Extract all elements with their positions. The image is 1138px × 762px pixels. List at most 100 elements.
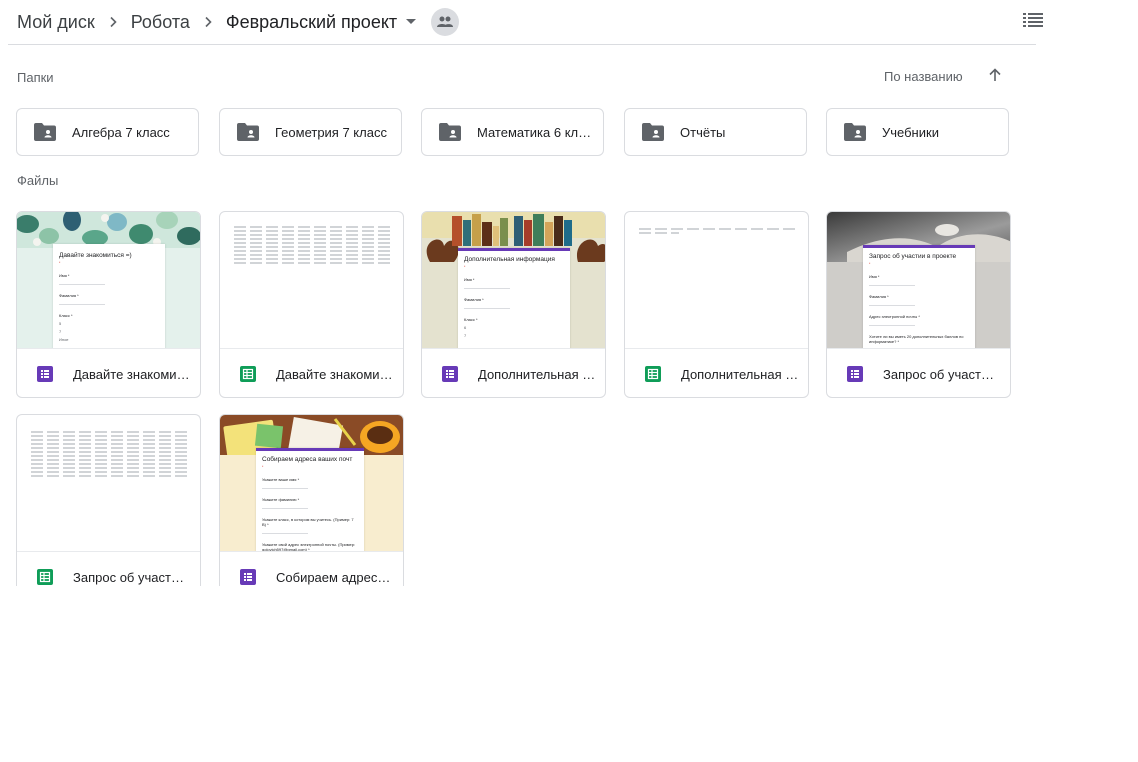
file-card[interactable]: Дополнительная информация * Имя * Фамили… <box>421 211 606 398</box>
file-footer: Давайте знакомиться <box>220 349 403 397</box>
form-preview-card: Собираем адреса ваших почт * Укажите ваш… <box>256 448 364 552</box>
file-footer: Дополнительная информация <box>422 349 605 397</box>
chevron-right-icon <box>195 9 221 35</box>
file-name: Дополнительная информация <box>478 366 596 382</box>
folder-name: Учебники <box>882 124 939 140</box>
form-preview-line <box>464 308 510 309</box>
form-preview-question: Укажите класс, в котором вы учитесь. (Пр… <box>262 517 354 527</box>
form-preview-card: Дополнительная информация * Имя * Фамили… <box>458 248 570 348</box>
folder-shared-icon <box>642 123 664 141</box>
folder-card[interactable]: Учебники <box>826 108 1009 156</box>
google-sheets-icon <box>645 366 661 382</box>
file-name: Запрос об участии в проекте <box>73 569 191 585</box>
breadcrumb-robota[interactable]: Робота <box>131 12 190 33</box>
form-preview-question: Имя * <box>59 273 70 278</box>
form-preview-option: 6 <box>464 325 467 330</box>
form-preview-line <box>869 305 915 306</box>
form-preview-question: Класс * <box>59 313 73 318</box>
file-thumbnail <box>625 212 808 349</box>
form-preview-card: Запрос об участии в проекте * Имя * Фами… <box>863 245 975 348</box>
file-card[interactable]: Дополнительная информация <box>624 211 809 398</box>
form-preview-option: 5 <box>59 321 62 326</box>
required-marker: * <box>262 465 264 469</box>
folder-name: Отчёты <box>680 124 726 140</box>
folder-card[interactable]: Геометрия 7 класс <box>219 108 402 156</box>
form-preview-card: Давайте знакомиться =) * Имя * Фамилия *… <box>53 244 165 348</box>
file-name: Запрос об участии в проекте <box>883 366 1001 382</box>
people-icon[interactable] <box>431 8 460 36</box>
form-preview-question: Адрес электронной почты * <box>869 314 920 319</box>
file-thumbnail: Запрос об участии в проекте * Имя * Фами… <box>827 212 1010 349</box>
folder-card[interactable]: Алгебра 7 класс <box>16 108 199 156</box>
file-thumbnail: Дополнительная информация * Имя * Фамили… <box>422 212 605 349</box>
file-card[interactable]: Запрос об участии в проекте * Имя * Фами… <box>826 211 1011 398</box>
folders-section-label: Папки <box>17 70 54 85</box>
form-preview-question: Фамилия * <box>464 297 484 302</box>
sort-by-name-button[interactable]: По названию <box>884 69 963 84</box>
breadcrumb-my-drive[interactable]: Мой диск <box>17 12 95 33</box>
file-footer: Давайте знакомиться <box>17 349 200 397</box>
file-card[interactable]: Давайте знакомиться <box>219 211 404 398</box>
form-preview-line <box>869 285 915 286</box>
form-preview-question: Укажите свой адрес электронной почты. (П… <box>262 542 356 552</box>
google-forms-icon <box>442 366 458 382</box>
file-card[interactable]: Давайте знакомиться =) * Имя * Фамилия *… <box>16 211 201 398</box>
form-preview-line <box>262 508 308 509</box>
leaf-pattern-header <box>17 212 200 248</box>
file-thumbnail: Собираем адреса ваших почт * Укажите ваш… <box>220 415 403 552</box>
spreadsheet-preview <box>31 431 187 479</box>
file-footer: Запрос об участии в проекте <box>827 349 1010 397</box>
form-preview-option: 7 <box>464 333 467 338</box>
google-sheets-icon <box>240 366 256 382</box>
form-preview-title: Собираем адреса ваших почт <box>262 456 353 463</box>
file-footer: Дополнительная информация <box>625 349 808 397</box>
form-preview-question: Имя * <box>464 277 475 282</box>
breadcrumb: Мой диск Робота Февральский проект <box>17 8 460 36</box>
form-preview-question: Фамилия * <box>59 293 79 298</box>
folder-name: Геометрия 7 класс <box>275 124 387 140</box>
folder-card[interactable]: Математика 6 класс <box>421 108 604 156</box>
form-preview-line <box>869 325 915 326</box>
file-thumbnail <box>220 212 403 349</box>
folder-shared-icon <box>844 123 866 141</box>
form-preview-line <box>262 488 308 489</box>
file-footer: Собираем адреса ваших почт <box>220 552 403 586</box>
form-preview-title: Давайте знакомиться =) <box>59 252 132 259</box>
form-preview-line <box>262 533 308 534</box>
form-preview-question: Имя * <box>869 274 880 279</box>
form-preview-option: Иное <box>59 337 69 342</box>
folder-card[interactable]: Отчёты <box>624 108 807 156</box>
list-view-icon[interactable] <box>1023 12 1043 30</box>
required-marker: * <box>464 265 466 269</box>
folder-shared-icon <box>34 123 56 141</box>
form-preview-question: Хотите ли вы иметь 20 дополнительных бал… <box>869 334 964 344</box>
file-thumbnail <box>17 415 200 552</box>
file-name: Дополнительная информация <box>681 366 799 382</box>
form-preview-line <box>59 304 105 305</box>
caret-down-icon[interactable] <box>401 12 421 32</box>
files-section-label: Файлы <box>17 173 59 188</box>
required-marker: * <box>869 262 871 266</box>
file-card[interactable]: Собираем адреса ваших почт * Укажите ваш… <box>219 414 404 586</box>
form-preview-question: Класс * <box>464 317 478 322</box>
folder-name: Алгебра 7 класс <box>72 124 170 140</box>
google-sheets-icon <box>37 569 53 585</box>
form-preview-question: Фамилия * <box>869 294 889 299</box>
form-preview-option: 7 <box>59 329 62 334</box>
file-card[interactable]: Запрос об участии в проекте <box>16 414 201 586</box>
form-preview-line <box>59 284 105 285</box>
chevron-right-icon <box>100 9 126 35</box>
breadcrumb-current-folder[interactable]: Февральский проект <box>226 12 397 33</box>
file-footer: Запрос об участии в проекте <box>17 552 200 586</box>
file-name: Давайте знакомиться <box>73 366 191 382</box>
arrow-up-icon[interactable] <box>986 66 1004 84</box>
form-preview-line <box>464 288 510 289</box>
folder-shared-icon <box>439 123 461 141</box>
google-forms-icon <box>37 366 53 382</box>
file-name: Давайте знакомиться <box>276 366 394 382</box>
required-marker: * <box>59 261 61 265</box>
file-name: Собираем адреса ваших почт <box>276 569 394 585</box>
google-forms-icon <box>240 569 256 585</box>
form-preview-question: Укажите ваше имя * <box>262 477 300 482</box>
file-thumbnail: Давайте знакомиться =) * Имя * Фамилия *… <box>17 212 200 349</box>
